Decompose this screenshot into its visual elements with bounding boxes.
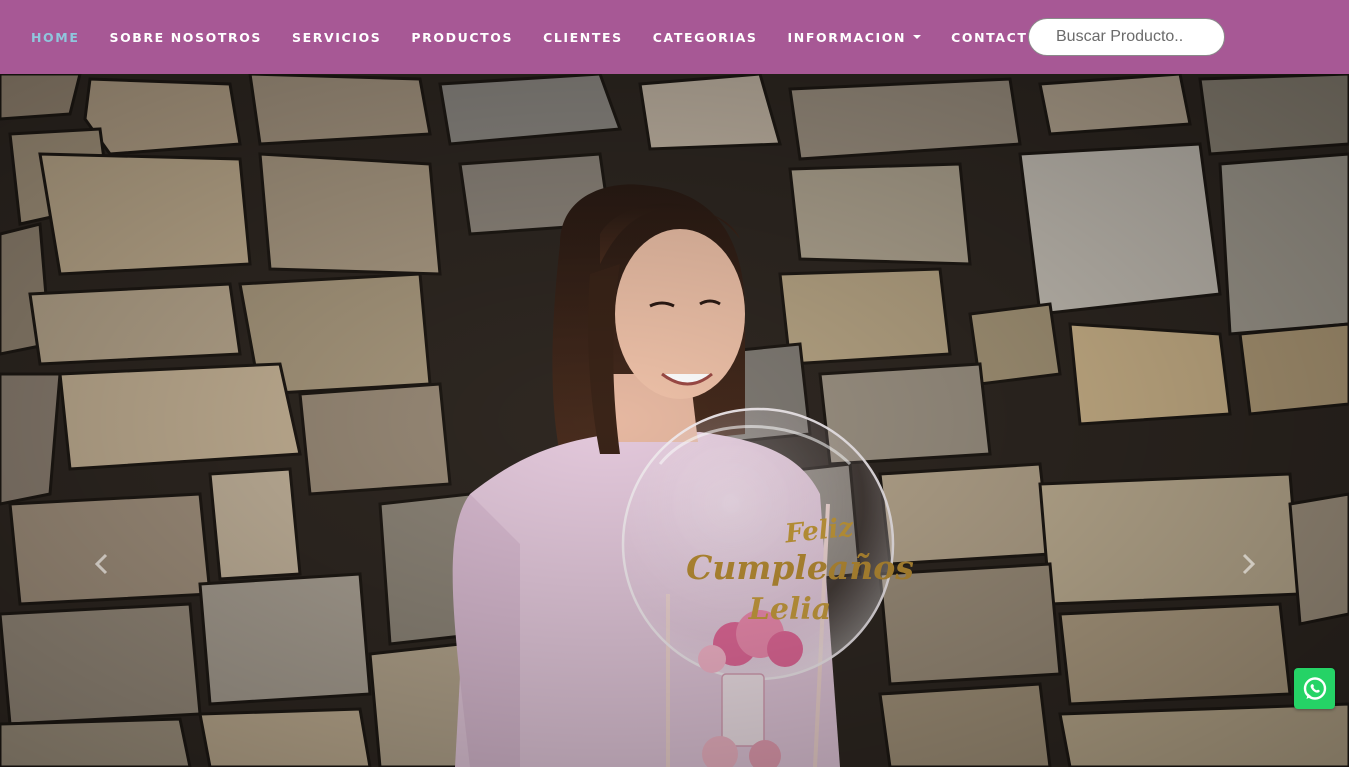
carousel-prev-button[interactable]	[82, 544, 122, 584]
caret-down-icon	[913, 34, 922, 39]
nav-item-label: CLIENTES	[543, 29, 623, 45]
nav-item-label: PRODUCTOS	[411, 29, 514, 45]
nav-item-categorias[interactable]: CATEGORIAS	[653, 30, 758, 45]
nav-item-contacto[interactable]: CONTACTO	[951, 30, 1040, 45]
hero-image: Feliz Cumpleaños Lelia	[0, 74, 1349, 767]
nav-item-label: SERVICIOS	[292, 29, 382, 45]
nav-item-label: CATEGORIAS	[652, 29, 758, 45]
whatsapp-icon	[1303, 676, 1326, 700]
top-navbar: HOME SOBRE NOSOTROS SERVICIOS PRODUCTOS …	[0, 0, 1349, 74]
search-input[interactable]	[1028, 18, 1225, 56]
chevron-left-icon	[94, 553, 108, 575]
nav-item-informacion-dropdown[interactable]: INFORMACION	[788, 30, 922, 45]
nav-item-productos[interactable]: PRODUCTOS	[411, 30, 513, 45]
nav-item-home[interactable]: HOME	[31, 30, 79, 45]
nav-item-label: INFORMACION	[787, 29, 907, 45]
nav-menu: HOME SOBRE NOSOTROS SERVICIOS PRODUCTOS …	[31, 0, 1040, 74]
nav-item-clientes[interactable]: CLIENTES	[543, 30, 623, 45]
nav-item-label: SOBRE NOSOTROS	[109, 29, 263, 45]
chevron-right-icon	[1242, 553, 1256, 575]
nav-item-sobre-nosotros[interactable]: SOBRE NOSOTROS	[109, 30, 262, 45]
whatsapp-button[interactable]	[1294, 668, 1335, 709]
hero-carousel: Feliz Cumpleaños Lelia	[0, 74, 1349, 767]
nav-item-servicios[interactable]: SERVICIOS	[292, 30, 381, 45]
carousel-next-button[interactable]	[1228, 544, 1268, 584]
nav-item-label: HOME	[31, 29, 80, 45]
nav-item-label: CONTACTO	[951, 29, 1040, 45]
